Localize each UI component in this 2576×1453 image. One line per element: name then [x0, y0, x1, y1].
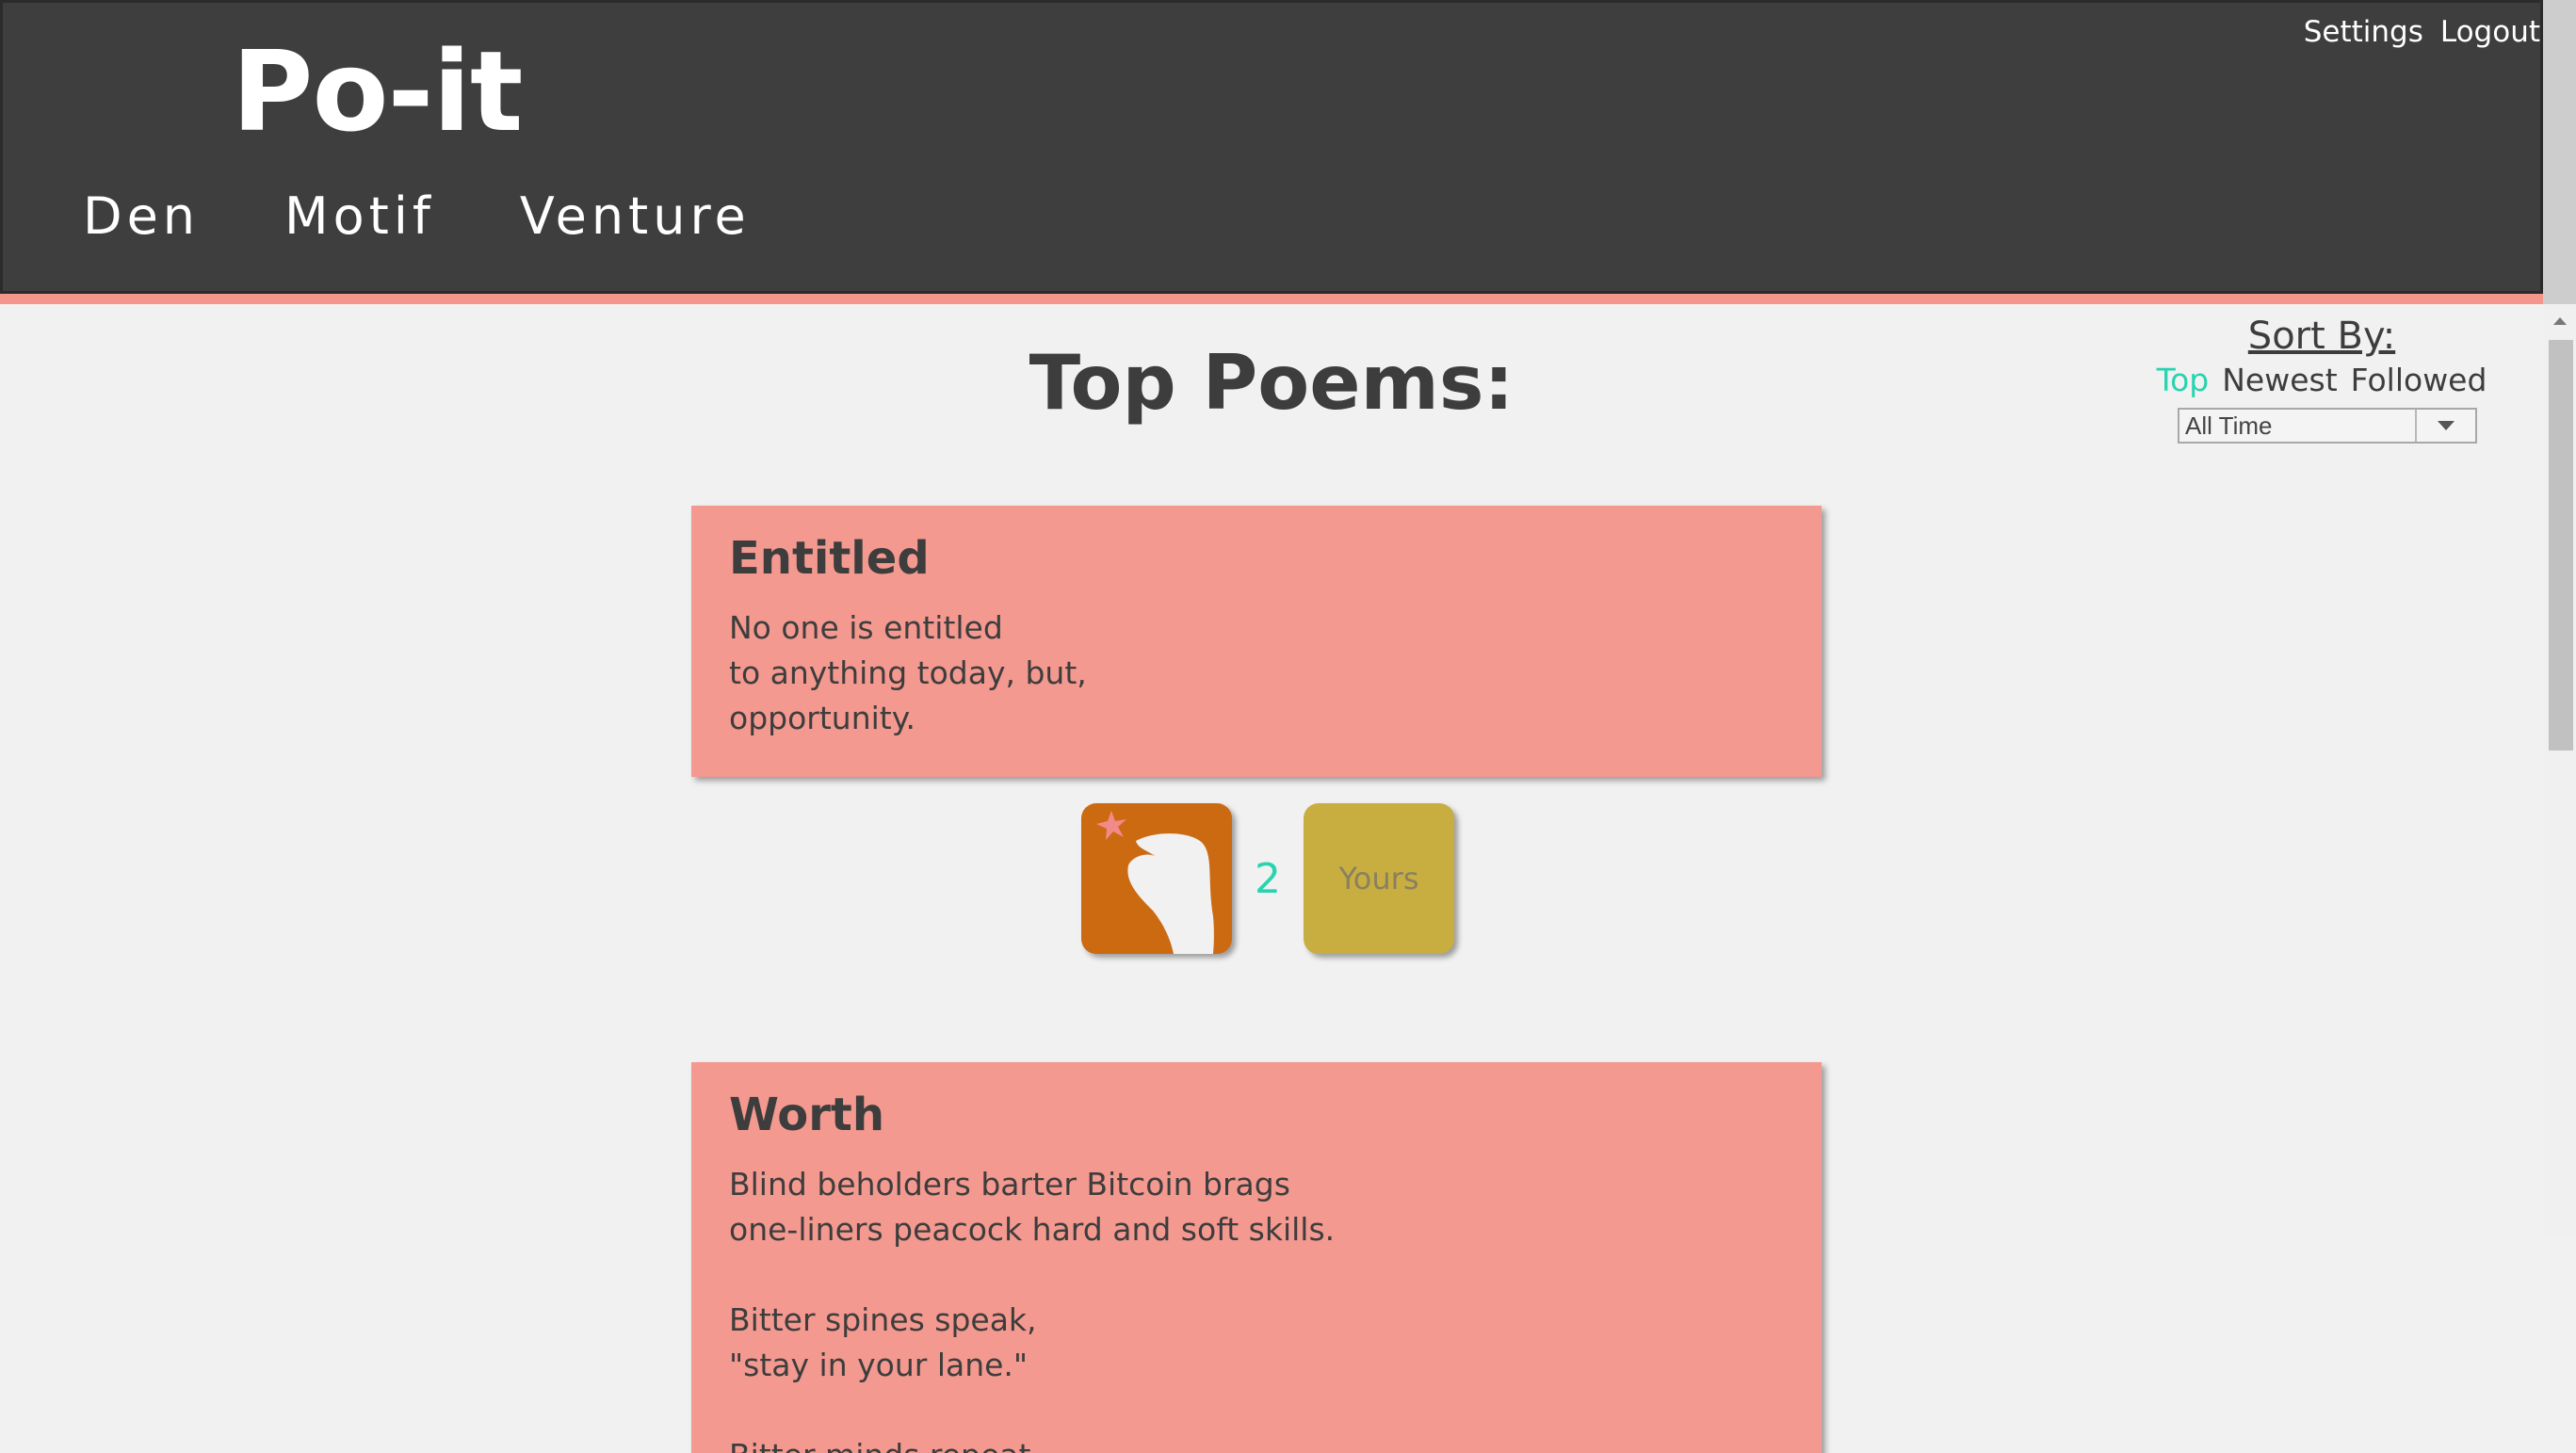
site-logo[interactable]: Po-it: [232, 26, 523, 156]
account-links: Settings Logout: [2304, 15, 2540, 49]
sort-option-newest[interactable]: Newest: [2222, 362, 2337, 398]
poem-line: opportunity.: [729, 700, 916, 736]
sort-label: Sort By:: [2247, 315, 2396, 358]
snap-count: 2: [1255, 854, 1281, 903]
yours-button[interactable]: Yours: [1304, 803, 1454, 954]
poem-line: "stay in your lane.": [729, 1347, 1029, 1383]
snap-button[interactable]: [1081, 803, 1232, 954]
scrollbar-body[interactable]: [2543, 304, 2576, 1234]
poem-line: Bitter spines speak,: [729, 1301, 1037, 1338]
poem-line: [729, 1252, 1784, 1298]
scroll-up-arrow-icon[interactable]: [2553, 317, 2567, 325]
scrollbar-thumb[interactable]: [2549, 340, 2573, 751]
poem-line: No one is entitled: [729, 609, 1003, 646]
poem-title: Worth: [729, 1089, 884, 1141]
settings-link[interactable]: Settings: [2304, 15, 2423, 49]
sort-option-followed[interactable]: Followed: [2351, 362, 2487, 398]
poem-card[interactable]: Entitled No one is entitled to anything …: [691, 506, 1822, 777]
page: Po-it Settings Logout Den Motif Venture …: [0, 0, 2576, 1453]
poem-actions: 2 Yours: [1081, 803, 1454, 954]
snapping-hand-icon: [1096, 811, 1214, 954]
poem-line: [729, 1388, 1784, 1433]
poem-title: Entitled: [729, 532, 930, 585]
sort-options: Top Newest Followed: [2157, 362, 2487, 398]
nav-item-motif[interactable]: Motif: [284, 186, 435, 246]
nav-item-venture[interactable]: Venture: [520, 186, 751, 246]
nav-item-den[interactable]: Den: [83, 186, 200, 246]
logout-link[interactable]: Logout: [2440, 15, 2540, 49]
poem-line: Blind beholders barter Bitcoin brags: [729, 1166, 1290, 1203]
time-range-select[interactable]: All Time: [2178, 408, 2477, 444]
main-nav: Den Motif Venture: [83, 186, 835, 246]
scrollbar-lower: [2543, 1234, 2576, 1453]
sort-option-top[interactable]: Top: [2157, 362, 2210, 398]
poem-line: one-liners peacock hard and soft skills.: [729, 1211, 1336, 1248]
time-range-value: All Time: [2185, 411, 2273, 440]
chevron-down-icon: [2438, 421, 2454, 430]
poem-card[interactable]: Worth Blind beholders barter Bitcoin bra…: [691, 1062, 1822, 1453]
dropdown-button[interactable]: [2415, 410, 2475, 442]
header-accent-bar: [0, 294, 2543, 304]
poem-line: Bitter minds repeat: [729, 1433, 1784, 1453]
sort-panel: Sort By: Top Newest Followed All Time: [2157, 315, 2487, 444]
poem-line: to anything today, but,: [729, 654, 1087, 691]
